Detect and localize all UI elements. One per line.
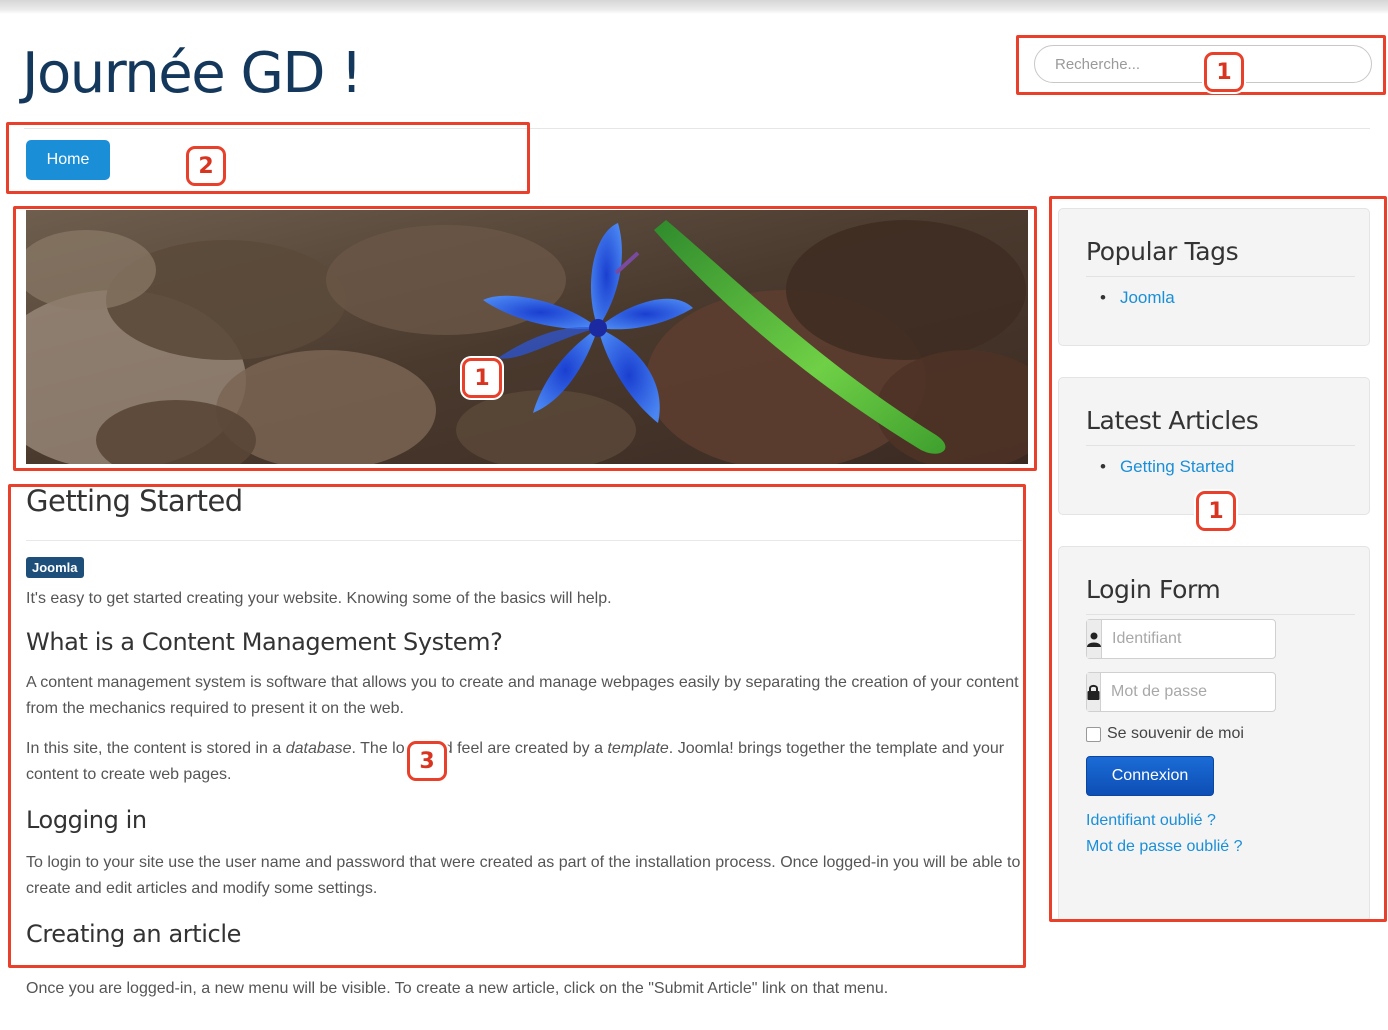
paragraph-login: To login to your site use the user name … [26, 854, 1021, 897]
login-button[interactable]: Connexion [1086, 756, 1214, 796]
latest-articles-title: Latest Articles [1086, 406, 1259, 435]
popular-tag-item[interactable]: Joomla [1100, 287, 1369, 309]
remember-checkbox[interactable] [1086, 726, 1101, 742]
login-form-divider [1086, 614, 1355, 615]
password-field [1086, 672, 1318, 712]
paragraph-create: Once you are logged-in, a new menu will … [26, 980, 889, 997]
login-form-module: Login Form Se souvenir de moi Connexion … [1058, 546, 1370, 922]
password-input[interactable] [1101, 673, 1318, 711]
paragraph-site-part2: . The look and feel are created by a [351, 740, 608, 757]
banner-image [26, 210, 1028, 464]
username-input[interactable] [1102, 620, 1319, 658]
search-input[interactable] [1034, 45, 1372, 83]
paragraph-site-template: template [607, 740, 669, 757]
forgot-password-link[interactable]: Mot de passe oublié ? [1086, 838, 1243, 856]
flower-photo [26, 210, 1028, 464]
annotation-badge-search: 1 [1204, 52, 1244, 92]
paragraph-site-part1: In this site, the content is stored in a [26, 740, 286, 757]
site-title[interactable]: Journée GD ! [22, 46, 363, 102]
latest-articles-divider [1086, 445, 1355, 446]
tag-badge[interactable]: Joomla [26, 557, 84, 578]
annotation-badge-nav: 2 [186, 146, 226, 186]
heading-login: Logging in [26, 806, 147, 834]
header-divider [24, 128, 1370, 129]
paragraph-site-database: database [285, 740, 352, 757]
popular-tags-module: Popular Tags Joomla [1058, 208, 1370, 346]
remember-label: Se souvenir de moi [1107, 725, 1244, 742]
user-icon [1087, 620, 1102, 658]
lock-icon [1087, 673, 1101, 711]
article-intro: It's easy to get started creating your w… [26, 590, 612, 607]
heading-cms: What is a Content Management System? [26, 628, 503, 656]
login-form-title: Login Form [1086, 575, 1221, 604]
remember-me[interactable]: Se souvenir de moi [1086, 725, 1244, 743]
latest-article-item[interactable]: Getting Started [1100, 456, 1369, 478]
forgot-username-link[interactable]: Identifiant oublié ? [1086, 812, 1216, 830]
popular-tags-divider [1086, 276, 1355, 277]
paragraph-site: In this site, the content is stored in a… [26, 736, 1022, 788]
heading-create: Creating an article [26, 920, 241, 948]
paragraph-cms: A content management system is software … [26, 674, 1019, 717]
browser-top-strip [0, 0, 1388, 14]
popular-tags-title: Popular Tags [1086, 237, 1239, 266]
annotation-badge-sidebar: 1 [1196, 491, 1236, 531]
article-divider [26, 540, 1022, 541]
article-title[interactable]: Getting Started [26, 484, 1022, 518]
username-field [1086, 619, 1319, 659]
nav-home-button[interactable]: Home [26, 140, 110, 180]
main-article: Getting Started Joomla It's easy to get … [26, 484, 1022, 948]
annotation-badge-content: 3 [407, 741, 447, 781]
annotation-badge-banner: 1 [462, 358, 502, 398]
